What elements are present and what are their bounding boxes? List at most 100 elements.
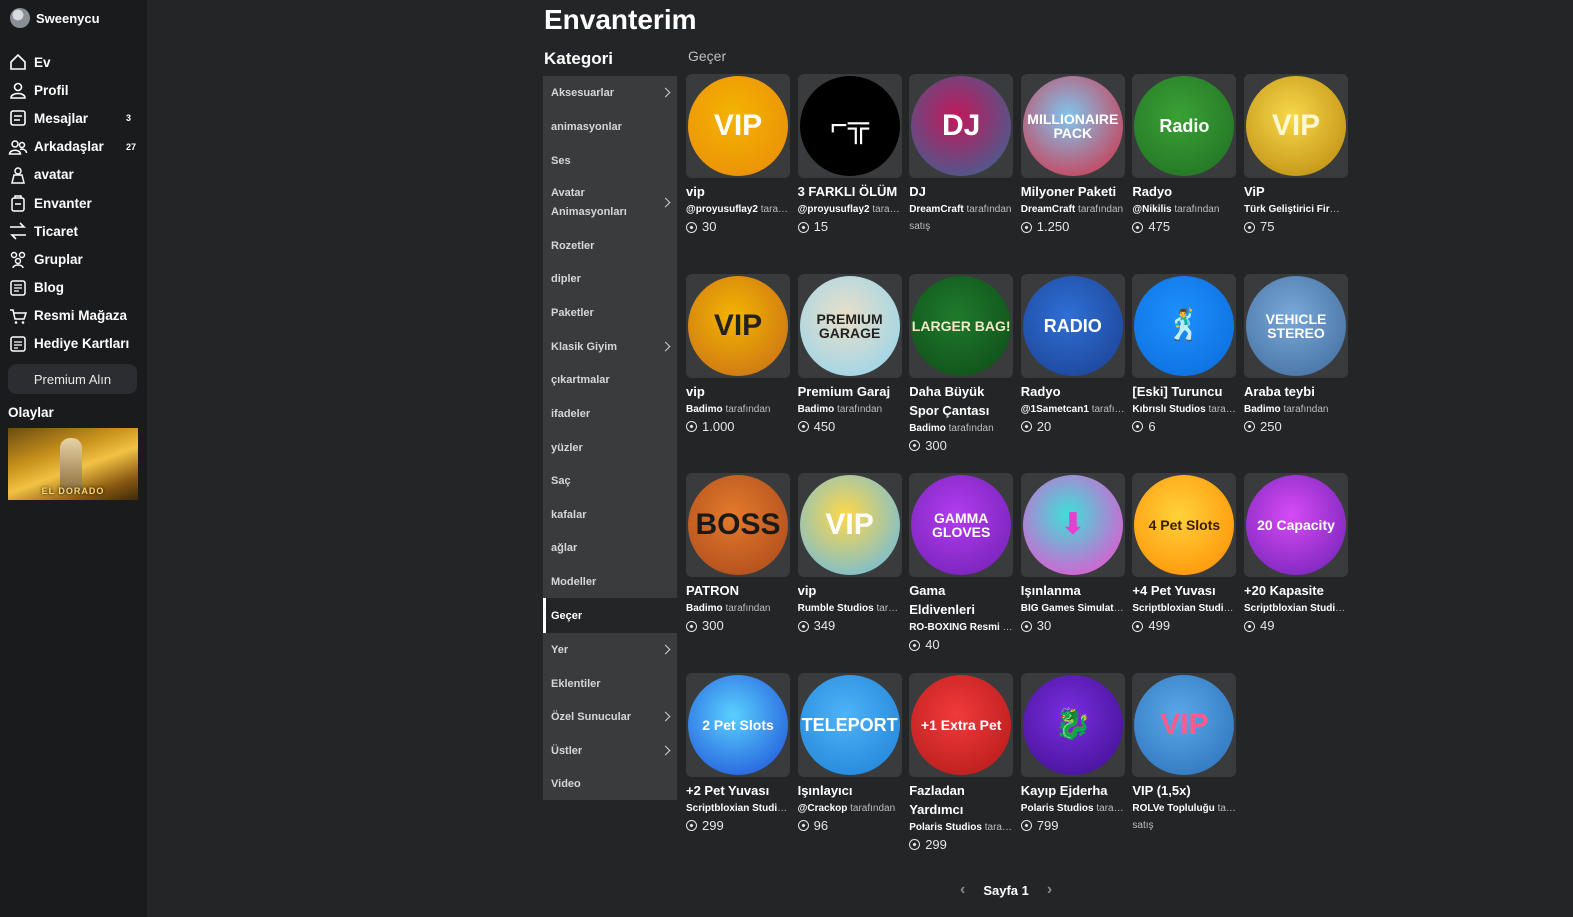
item-thumbnail[interactable]: ⌐╦ (797, 74, 902, 178)
creator-name[interactable]: @proyusuflay2 (686, 204, 758, 215)
item-creator[interactable]: @1Sametcan1 tarafından (1021, 401, 1125, 419)
item-card[interactable]: 2 Pet Slots +2 Pet Yuvası Scriptbloxian St… (686, 672, 792, 834)
item-thumbnail[interactable]: DJ (909, 74, 1014, 178)
creator-name[interactable]: Scriptbloxian Studios (1132, 603, 1235, 614)
item-creator[interactable]: RO-BOXING Resmi tarafından (909, 619, 1013, 637)
item-creator[interactable]: Scriptbloxian Studios tarafından (686, 800, 790, 818)
item-card[interactable]: +1 Extra Pet Fazladan Yardımcı Polaris Stu… (909, 672, 1015, 853)
item-thumbnail[interactable]: GAMMA GLOVES (909, 473, 1014, 578)
item-thumbnail[interactable]: ⬇ (1020, 473, 1125, 578)
user-header[interactable]: Sweenycu (10, 8, 100, 28)
item-creator[interactable]: Türk Geliştirici Firması tarafından (1244, 201, 1348, 219)
item-card[interactable]: 4 Pet Slots +4 Pet Yuvası Scriptbloxian St… (1132, 473, 1238, 634)
item-name[interactable]: vip (798, 581, 902, 600)
item-name[interactable]: Daha Büyük Spor Çantası (909, 382, 1013, 420)
category-item[interactable]: Yer (543, 633, 677, 667)
item-creator[interactable]: Rumble Studios tarafından (798, 600, 902, 618)
item-name[interactable]: Radyo (1021, 382, 1125, 401)
item-name[interactable]: DJ (909, 182, 1013, 201)
item-creator[interactable]: DreamCraft tarafından (909, 201, 1013, 219)
category-item[interactable]: yüzler (543, 431, 677, 464)
item-card[interactable]: ⬇ IşınlanmaBIG Games Simulator tarafından… (1020, 473, 1127, 634)
sidebar-item-groups[interactable]: Gruplar (8, 245, 143, 273)
item-creator[interactable]: DreamCraft tarafından (1021, 201, 1125, 219)
item-thumbnail[interactable]: BOSS (686, 473, 790, 578)
item-name[interactable]: Radyo (1132, 182, 1236, 201)
item-card[interactable]: PREMIUM GARAGE Premium Garaj Badimo tarafı… (797, 273, 904, 435)
item-name[interactable]: vip (686, 182, 790, 201)
item-thumbnail[interactable]: TELEPORT (797, 672, 902, 777)
item-creator[interactable]: Polaris Studios tarafından (1021, 800, 1125, 818)
item-name[interactable]: +4 Pet Yuvası (1132, 581, 1236, 600)
category-item[interactable]: animasyonlar (543, 110, 677, 144)
creator-name[interactable]: Rumble Studios (798, 603, 874, 614)
item-name[interactable]: PATRON (686, 581, 790, 600)
item-name[interactable]: Premium Garaj (798, 382, 902, 401)
item-name[interactable]: Milyoner Paketi (1021, 182, 1125, 201)
item-name[interactable]: Kayıp Ejderha (1021, 781, 1125, 800)
item-thumbnail[interactable]: VEHICLE STEREO (1244, 273, 1348, 378)
item-creator[interactable]: Badimo tarafından (909, 420, 1013, 438)
event-banner[interactable]: EL DORADO (8, 428, 138, 500)
category-item[interactable]: Üstler (543, 734, 677, 767)
item-card[interactable]: TELEPORT Işınlayıcı @Crackop tarafından 96 (797, 672, 904, 834)
item-name[interactable]: 3 FARKLI ÖLÜM (798, 182, 902, 201)
item-thumbnail[interactable]: RADIO (1020, 273, 1125, 378)
creator-name[interactable]: @Crackop (798, 803, 848, 814)
item-card[interactable]: RADIORadyo@1Sametcan1 tarafından20 (1020, 273, 1127, 435)
sidebar-item-friends[interactable]: Arkadaşlar 27 (8, 133, 143, 161)
item-creator[interactable]: ROLVe Topluluğu tarafından (1132, 800, 1236, 818)
sidebar-item-messages[interactable]: Mesajlar 3 (8, 104, 143, 132)
creator-name[interactable]: RO-BOXING Resmi (909, 622, 1000, 633)
category-item[interactable]: kafalar (543, 498, 677, 531)
creator-name[interactable]: Polaris Studios (1021, 803, 1094, 814)
creator-name[interactable]: Polaris Studios (909, 822, 982, 833)
item-thumbnail[interactable]: MILLIONAIRE PACK (1020, 74, 1125, 178)
item-creator[interactable]: Polaris Studios tarafından (909, 819, 1013, 837)
item-card[interactable]: 🕺[Eski] TuruncuKıbrıslı Studios tarafınd… (1132, 273, 1238, 435)
item-name[interactable]: ViP (1244, 182, 1348, 201)
category-item[interactable]: dipler (543, 262, 677, 296)
prev-page-icon[interactable]: ‹ (960, 881, 965, 899)
creator-name[interactable]: DreamCraft (909, 204, 963, 215)
next-page-icon[interactable]: › (1047, 881, 1052, 899)
item-name[interactable]: +2 Pet Yuvası (686, 781, 790, 800)
item-card[interactable]: DJ DJ DreamCraft tarafından satış (909, 74, 1015, 235)
category-item[interactable]: Rozetler (543, 229, 677, 262)
item-thumbnail[interactable]: Radio (1132, 74, 1237, 178)
item-creator[interactable]: Badimo tarafından (798, 401, 902, 419)
item-thumbnail[interactable]: 4 Pet Slots (1132, 473, 1237, 578)
item-card[interactable]: VIPvip@proyusuflay2 tarafından30 (686, 74, 792, 235)
sidebar-item-avatar[interactable]: avatar (8, 161, 143, 189)
item-thumbnail[interactable]: PREMIUM GARAGE (797, 273, 902, 378)
item-name[interactable]: vip (686, 382, 790, 401)
item-creator[interactable]: Badimo tarafından (686, 401, 790, 419)
item-thumbnail[interactable]: VIP (797, 473, 902, 578)
item-creator[interactable]: @Crackop tarafından (798, 800, 902, 818)
item-card[interactable]: 20 Capacity +20 Kapasite Scriptbloxian Stu… (1244, 473, 1350, 634)
category-item[interactable]: Saç (543, 464, 677, 498)
creator-name[interactable]: @1Sametcan1 (1021, 404, 1089, 415)
category-item[interactable]: Özel Sunucular (543, 700, 677, 734)
item-creator[interactable]: Badimo tarafından (686, 600, 790, 618)
item-card[interactable]: VIP ViPTürk Geliştirici Firması tarafında… (1244, 74, 1350, 235)
username[interactable]: Sweenycu (36, 11, 100, 26)
item-name[interactable]: Işınlayıcı (798, 781, 902, 800)
item-thumbnail[interactable]: 20 Capacity (1244, 473, 1348, 578)
item-creator[interactable]: Scriptbloxian Studios tarafından (1132, 600, 1236, 618)
item-card[interactable]: VIP vip Badimo tarafından 1.000 (686, 273, 792, 435)
sidebar-item-trade[interactable]: Ticaret (8, 217, 143, 245)
creator-name[interactable]: Badimo (686, 404, 723, 415)
creator-name[interactable]: Badimo (909, 423, 946, 434)
item-thumbnail[interactable]: 🐉 (1020, 672, 1125, 777)
item-thumbnail[interactable]: 2 Pet Slots (686, 672, 790, 777)
category-item[interactable]: Aksesuarlar (543, 76, 677, 110)
item-creator[interactable]: Badimo tarafından (1244, 401, 1348, 419)
creator-name[interactable]: ROLVe Topluluğu (1132, 803, 1214, 814)
creator-name[interactable]: Türk Geliştirici Firması (1244, 204, 1348, 215)
sidebar-item-home[interactable]: Ev (8, 48, 143, 76)
category-item[interactable]: Modeller (543, 565, 677, 598)
category-item[interactable]: ifadeler (543, 397, 677, 431)
category-item[interactable]: Eklentiler (543, 667, 677, 700)
creator-name[interactable]: Badimo (686, 603, 723, 614)
